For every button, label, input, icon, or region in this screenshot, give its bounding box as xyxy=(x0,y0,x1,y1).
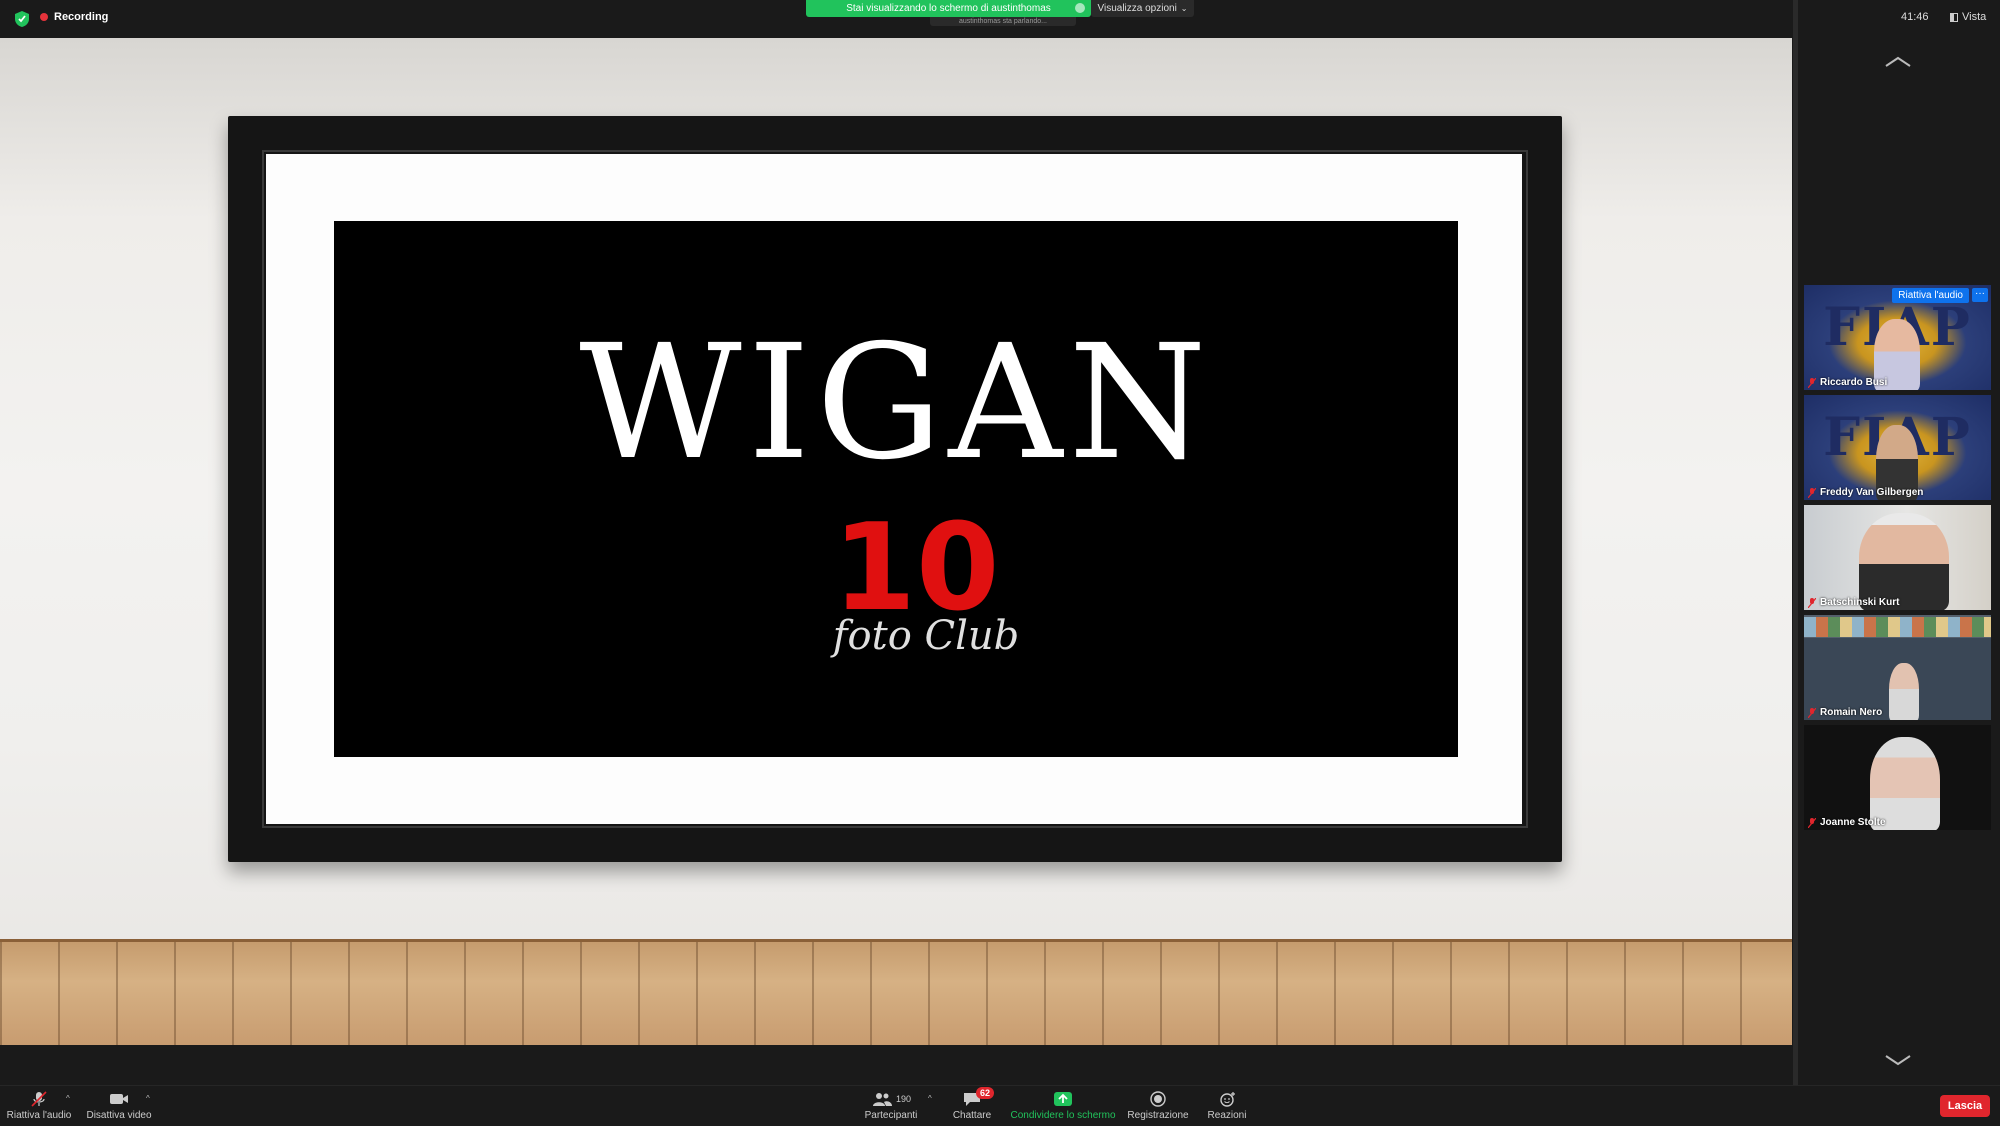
floor-edge xyxy=(0,939,1792,942)
view-label: Vista xyxy=(1962,11,1987,23)
share-screen-icon xyxy=(1054,1092,1072,1106)
participant-tile[interactable]: Joanne Stolte xyxy=(1804,725,1991,830)
view-options-label: Visualizza opzioni xyxy=(1097,3,1177,14)
mic-muted-icon xyxy=(1808,707,1816,718)
participant-name-label: Romain Nero xyxy=(1808,707,1882,718)
participants-button[interactable]: 190 Partecipanti xyxy=(858,1088,924,1126)
participant-tile[interactable]: FIAP Freddy Van Gilbergen xyxy=(1804,395,1991,500)
participant-name-label: Batschinski Kurt xyxy=(1808,597,1899,608)
chevron-up-icon[interactable]: ^ xyxy=(146,1094,150,1103)
chevron-up-icon[interactable] xyxy=(1884,56,1912,68)
chevron-down-icon[interactable] xyxy=(1884,1054,1912,1066)
meeting-toolbar: Riattiva l'audio ^ Disattiva video ^ 190… xyxy=(0,1085,2000,1126)
shared-screen: WIGAN 10 foto Club xyxy=(0,38,1792,1045)
shield-icon[interactable] xyxy=(14,10,30,28)
recording-dot-icon xyxy=(40,13,48,21)
unmute-label: Riattiva l'audio xyxy=(6,1110,72,1121)
slide-subtitle: foto Club xyxy=(832,613,1020,659)
participant-video xyxy=(1889,663,1919,720)
mic-muted-icon xyxy=(31,1091,47,1107)
recording-indicator[interactable]: Recording xyxy=(40,11,108,23)
participant-name-label: Riccardo Busi xyxy=(1808,377,1887,388)
participant-name-label: Freddy Van Gilbergen xyxy=(1808,487,1923,498)
unmute-button[interactable]: Riattiva l'audio xyxy=(6,1088,72,1126)
mic-muted-icon xyxy=(1808,817,1816,828)
emoji-reaction-icon xyxy=(1220,1092,1235,1107)
chevron-up-icon[interactable]: ^ xyxy=(66,1094,70,1103)
photo-strip xyxy=(1804,617,1991,637)
screen-share-banner: Stai visualizzando lo schermo di austint… xyxy=(806,0,1091,17)
club-logo-image: WIGAN 10 foto Club xyxy=(334,221,1458,757)
chat-unread-badge: 62 xyxy=(976,1087,995,1099)
chevron-up-icon[interactable]: ^ xyxy=(928,1094,932,1103)
slide-title: WIGAN xyxy=(579,311,1213,495)
participants-label: Partecipanti xyxy=(864,1110,918,1121)
share-screen-label: Condividere lo schermo xyxy=(1010,1110,1116,1121)
view-button[interactable]: Vista xyxy=(1950,11,1986,23)
chevron-down-icon: ⌄ xyxy=(1180,4,1188,13)
participant-name: Romain Nero xyxy=(1820,707,1883,718)
unmute-badge[interactable]: Riattiva l'audio xyxy=(1892,288,1969,303)
share-screen-button[interactable]: Condividere lo schermo xyxy=(1006,1088,1120,1126)
meeting-clock: 41:46 xyxy=(1901,11,1929,23)
participant-video xyxy=(1859,513,1949,610)
reactions-button[interactable]: Reazioni xyxy=(1200,1088,1254,1126)
stop-video-button[interactable]: Disattiva video xyxy=(86,1088,152,1126)
close-icon[interactable] xyxy=(1075,3,1085,13)
stop-video-label: Disattiva video xyxy=(86,1110,152,1121)
participant-name: Joanne Stolte xyxy=(1820,817,1886,828)
mic-muted-icon xyxy=(1808,487,1816,498)
record-label: Registrazione xyxy=(1127,1110,1189,1121)
reactions-label: Reazioni xyxy=(1207,1110,1247,1121)
participant-tile[interactable]: Batschinski Kurt xyxy=(1804,505,1991,610)
wooden-floor xyxy=(0,939,1792,1045)
mic-muted-icon xyxy=(1808,377,1816,388)
meeting-top-bar: Recording Stai visualizzando lo schermo … xyxy=(0,0,1793,38)
view-icon xyxy=(1950,12,1958,22)
speaking-notice: austinthomas sta parlando... xyxy=(930,17,1076,26)
participant-name: Freddy Van Gilbergen xyxy=(1820,487,1924,498)
recording-label: Recording xyxy=(54,11,109,23)
more-options-icon[interactable]: ··· xyxy=(1972,288,1988,302)
video-camera-icon xyxy=(110,1094,128,1104)
chat-label: Chattare xyxy=(952,1110,992,1121)
participant-name-label: Joanne Stolte xyxy=(1808,817,1886,828)
record-button[interactable]: Registrazione xyxy=(1124,1088,1192,1126)
participants-icon xyxy=(872,1093,892,1106)
participants-count: 190 xyxy=(895,1094,912,1104)
view-options-button[interactable]: Visualizza opzioni ⌄ xyxy=(1091,0,1194,17)
record-icon xyxy=(1150,1091,1166,1107)
share-banner-text: Stai visualizzando lo schermo di austint… xyxy=(846,3,1051,14)
chat-button[interactable]: 62 Chattare xyxy=(940,1087,1004,1126)
participant-tile[interactable]: Romain Nero xyxy=(1804,615,1991,720)
participant-name: Riccardo Busi xyxy=(1820,377,1888,388)
leave-meeting-button[interactable]: Lascia xyxy=(1940,1095,1990,1117)
participant-tile[interactable]: FIAP Riattiva l'audio ··· Riccardo Busi xyxy=(1804,285,1991,390)
participant-name: Batschinski Kurt xyxy=(1820,597,1900,608)
mic-muted-icon xyxy=(1808,597,1816,608)
